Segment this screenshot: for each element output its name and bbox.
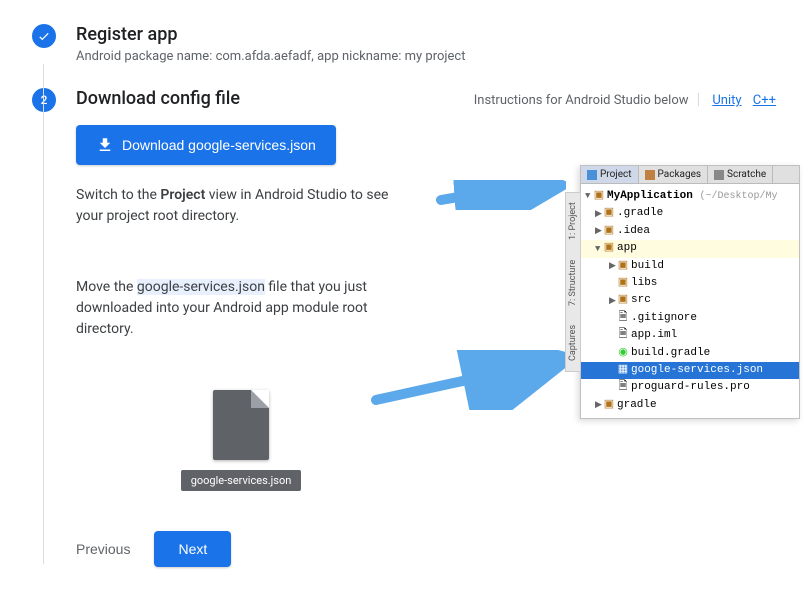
tree-idea-dir[interactable]: ▶▣.idea [581,223,799,240]
tree-gradle2-dir[interactable]: ▶▣gradle [581,397,799,414]
ide-left-sidebar: Captures 7: Structure 1: Project [565,192,581,372]
download-icon [96,136,114,154]
tree-appiml-file[interactable]: 🗎app.iml [581,327,799,344]
instruction-para-1: Switch to the Project view in Android St… [76,185,406,227]
ide-project-panel: Captures 7: Structure 1: Project Project… [580,165,800,419]
ide-tab-project[interactable]: Project [581,166,639,183]
tree-google-services-file[interactable]: ▦google-services.json [581,362,799,379]
step-2-title: Download config file [76,88,240,109]
tree-app-dir[interactable]: ▼▣app [581,240,799,257]
ide-tab-packages[interactable]: Packages [639,166,709,183]
previous-button[interactable]: Previous [76,541,130,557]
file-document-icon [213,390,269,460]
step-2: 2 Download config file Instructions for … [32,88,780,567]
file-thumbnail-label: google-services.json [181,470,302,491]
ide-tabs: Project Packages Scratche [581,166,799,184]
step-1-subtitle: Android package name: com.afda.aefadf, a… [76,49,780,64]
tree-gitignore-file[interactable]: 🗎.gitignore [581,310,799,327]
tree-build-dir[interactable]: ▶▣build [581,258,799,275]
download-button-label: Download google-services.json [122,137,316,153]
step-1-check-icon [32,24,56,48]
tree-project-root[interactable]: ▼▣MyApplication (~/Desktop/My [581,188,799,205]
tree-gradle-dir[interactable]: ▶▣.gradle [581,205,799,222]
step-2-number-badge: 2 [32,88,56,112]
tree-libs-dir[interactable]: ▣libs [581,275,799,292]
step-1: Register app Android package name: com.a… [32,24,780,64]
step-connector-line [43,64,44,564]
ide-tree: ▼▣MyApplication (~/Desktop/My ▶▣.gradle … [581,184,799,418]
tree-src-dir[interactable]: ▶▣src [581,292,799,309]
instruction-para-2: Move the google-services.json file that … [76,277,406,340]
tree-buildgradle-file[interactable]: ◉build.gradle [581,345,799,362]
tree-proguard-file[interactable]: 🗎proguard-rules.pro [581,379,799,396]
instructions-label: Instructions for Android Studio below [474,93,689,108]
file-thumbnail: google-services.json [76,390,406,491]
link-cpp[interactable]: C++ [753,93,776,108]
download-button[interactable]: Download google-services.json [76,125,336,165]
ide-tab-scratches[interactable]: Scratche [708,166,773,183]
step-1-title: Register app [76,24,780,45]
link-unity[interactable]: Unity [712,93,741,108]
